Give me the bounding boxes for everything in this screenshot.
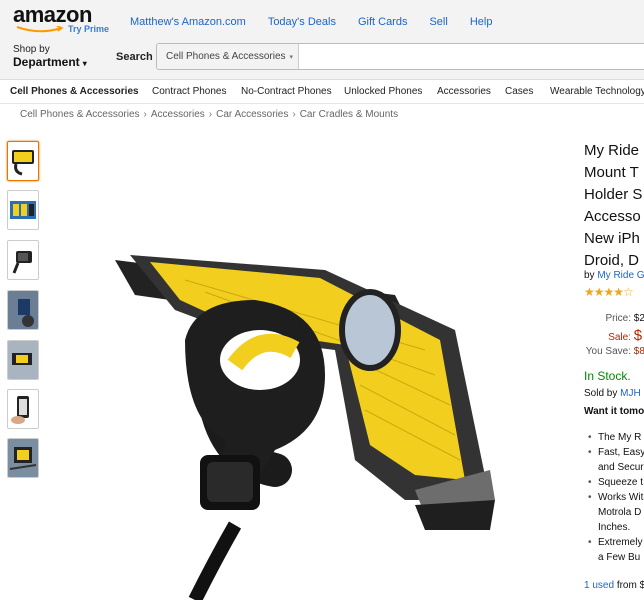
feature-bullet: Works Wit: [588, 490, 644, 505]
breadcrumb-item[interactable]: Car Cradles & Mounts: [300, 109, 398, 120]
caret-down-icon: ▾: [82, 59, 87, 68]
chevron-right-icon: ›: [208, 109, 213, 120]
feature-bullet-continuation: Motrola D: [598, 507, 642, 518]
sale-label: Sale:: [608, 332, 631, 343]
subnav-item-wearable-technology[interactable]: Wearable Technology: [550, 86, 644, 97]
subnav-item-accessories[interactable]: Accessories: [437, 86, 491, 97]
search-category-value: Cell Phones & Accessories: [166, 51, 286, 62]
feature-bullet: The My R: [588, 430, 644, 445]
department-big-label: Department ▾: [13, 56, 87, 70]
subnav-item-no-contract-phones[interactable]: No-Contract Phones: [241, 86, 332, 97]
bike-thumbnail-image: [8, 291, 38, 329]
save-label: You Save:: [585, 346, 631, 357]
brand-link[interactable]: My Ride G: [597, 270, 644, 281]
nav-link-todays-deals[interactable]: Today's Deals: [268, 16, 336, 28]
mount-side-thumbnail-image: [12, 251, 32, 274]
title-line: Droid, D: [584, 252, 640, 269]
product-thumbnail-3[interactable]: [7, 240, 39, 280]
feature-bullet-continuation: and Secur: [598, 462, 644, 473]
feature-bullet: Fast, Easy: [588, 445, 644, 460]
nav-link-sell[interactable]: Sell: [429, 16, 447, 28]
title-line: Holder S: [584, 186, 643, 203]
nav-link-gift-cards[interactable]: Gift Cards: [358, 16, 408, 28]
subnav-item-cell-phones[interactable]: Cell Phones & Accessories: [10, 86, 139, 97]
feature-bullets: The My R Fast, Easy and Secur Squeeze t …: [588, 430, 644, 565]
mount-thumbnail-image: [12, 150, 34, 176]
title-line: New iPh: [584, 230, 640, 247]
smile-arrow-icon: [16, 26, 64, 33]
sale-value: $: [633, 327, 643, 344]
package-thumbnail-image: [10, 201, 36, 219]
search-category-dropdown[interactable]: Cell Phones & Accessories ▾: [157, 44, 299, 69]
breadcrumb-item[interactable]: Cell Phones & Accessories: [20, 109, 140, 120]
you-save-row: You Save: $8: [584, 346, 644, 357]
product-thumbnail-5[interactable]: [7, 340, 39, 380]
product-thumbnail-4[interactable]: [7, 290, 39, 330]
logo-text: amazon: [13, 2, 92, 27]
byline: by My Ride G: [584, 270, 644, 281]
title-line: My Ride: [584, 142, 640, 159]
hand-phone-thumbnail-image: [11, 396, 29, 424]
used-offers-suffix: from $: [616, 580, 644, 591]
list-price-row: Price: $2: [584, 313, 644, 324]
breadcrumb: Cell Phones & Accessories › Accessories › Ca…: [20, 109, 398, 120]
product-title: My Ride Mount T Holder S Accesso New iPh…: [584, 140, 644, 272]
title-line: Mount T: [584, 164, 639, 181]
price-value: $2: [633, 313, 644, 324]
used-offers: 1 used from $: [584, 580, 644, 591]
save-value: $8: [633, 346, 644, 357]
rating-stars-icon[interactable]: ★★★★☆: [584, 285, 634, 299]
by-prefix: by: [584, 270, 595, 281]
title-line: Accesso: [584, 208, 641, 225]
feature-bullet-continuation: Inches.: [598, 522, 631, 533]
try-prime-link[interactable]: Try Prime: [68, 24, 109, 34]
shop-by-department[interactable]: Shop by Department ▾: [13, 44, 87, 70]
nav-link-my-amazon[interactable]: Matthew's Amazon.com: [130, 16, 246, 28]
product-thumbnail-7[interactable]: [7, 438, 39, 478]
feature-bullet: Squeeze t: [588, 475, 644, 490]
chevron-right-icon: ›: [143, 109, 147, 120]
product-thumbnail-1[interactable]: [7, 141, 39, 181]
subnav-item-contract-phones[interactable]: Contract Phones: [152, 86, 227, 97]
caret-down-icon: ▾: [289, 54, 294, 61]
header: amazon Try Prime Matthew's Amazon.com To…: [0, 0, 644, 80]
feature-bullet-continuation: a Few Bu: [598, 552, 641, 563]
amazon-logo[interactable]: amazon Try Prime: [13, 4, 113, 36]
price-label: Price:: [605, 313, 631, 324]
search-label: Search: [116, 51, 153, 63]
stock-status: In Stock.: [584, 369, 631, 383]
chevron-right-icon: ›: [292, 109, 296, 120]
mounted-bike-thumbnail-image: [8, 439, 38, 477]
top-nav: Matthew's Amazon.com Today's Deals Gift …: [130, 16, 514, 28]
category-subnav: Cell Phones & Accessories Contract Phone…: [0, 80, 644, 104]
used-offers-link[interactable]: 1 used: [584, 580, 614, 591]
product-thumbnail-6[interactable]: [7, 389, 39, 429]
sale-price-row: Sale: $: [584, 327, 642, 344]
search-input[interactable]: Cell Phones & Accessories ▾: [156, 43, 644, 70]
nav-link-help[interactable]: Help: [470, 16, 493, 28]
subnav-item-unlocked-phones[interactable]: Unlocked Phones: [344, 86, 422, 97]
delivery-promise: Want it tomo: [584, 406, 644, 417]
breadcrumb-item[interactable]: Car Accessories: [216, 109, 288, 120]
handlebar-thumbnail-image: [8, 341, 38, 379]
department-text: Department: [13, 55, 80, 69]
sold-by-prefix: Sold by: [584, 388, 618, 399]
product-thumbnail-2[interactable]: [7, 190, 39, 230]
sold-by: Sold by MJH: [584, 388, 641, 399]
main-product-image[interactable]: [95, 200, 525, 600]
feature-bullet: Extremely: [588, 535, 644, 550]
subnav-item-cases[interactable]: Cases: [505, 86, 533, 97]
breadcrumb-item[interactable]: Accessories: [151, 109, 205, 120]
seller-link[interactable]: MJH: [620, 388, 641, 399]
